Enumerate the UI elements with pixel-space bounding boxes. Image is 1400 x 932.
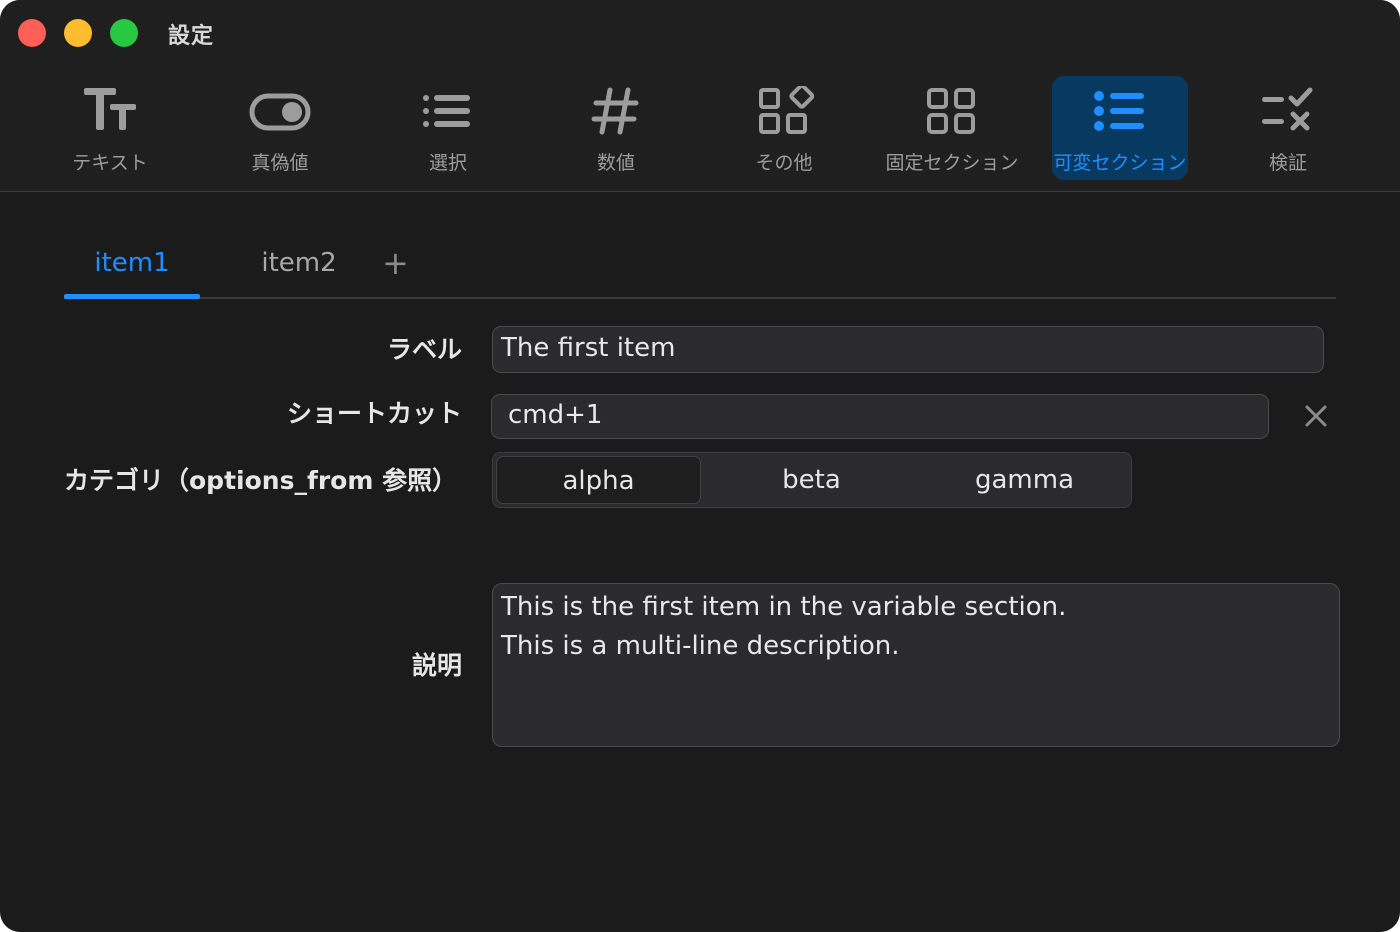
toolbar-item-variable-section[interactable]: 可変セクション — [1052, 76, 1188, 180]
label-field-label: ラベル — [386, 335, 462, 364]
number-sign-icon — [591, 87, 639, 135]
description-line: This is the first item in the variable s… — [501, 592, 1067, 622]
description-line: This is a multi-line description. — [501, 631, 900, 661]
toolbar-item-number[interactable]: 数値 — [548, 76, 684, 180]
segment-alpha[interactable]: alpha — [496, 456, 701, 504]
label-input[interactable]: The first item — [492, 326, 1324, 373]
toolbar-item-other[interactable]: その他 — [716, 76, 852, 180]
shortcut-input[interactable]: cmd+1 — [491, 394, 1269, 439]
toolbar-item-select[interactable]: 選択 — [380, 76, 516, 180]
zoom-window-button[interactable] — [110, 19, 138, 47]
category-field-label: カテゴリ（options_from 参照） — [64, 466, 458, 495]
text-size-icon — [84, 88, 136, 130]
segment-gamma[interactable]: gamma — [922, 456, 1127, 504]
toolbar-item-label: 選択 — [428, 152, 467, 174]
toolbar-item-text[interactable]: テキスト — [42, 76, 178, 180]
close-icon[interactable] — [1300, 400, 1332, 432]
category-segmented-control: alpha beta gamma — [492, 452, 1132, 508]
toolbar: テキスト 真偽値 選択 数値 その他 固定セクション 可変セクション 検証 — [0, 64, 1400, 192]
list-bullet-icon — [423, 95, 470, 127]
toolbar-item-label: 可変セクション — [1053, 152, 1187, 174]
tab-item1[interactable]: item1 — [64, 236, 200, 299]
tab-item2[interactable]: item2 — [234, 236, 364, 297]
minimize-window-button[interactable] — [64, 19, 92, 47]
apps-shapes-icon — [759, 86, 814, 134]
segment-beta[interactable]: beta — [709, 456, 914, 504]
window-title: 設定 — [168, 24, 215, 49]
toggle-icon — [249, 93, 311, 131]
item-tab-bar: item1 item2 + — [64, 236, 1336, 299]
toolbar-item-label: 数値 — [596, 152, 635, 174]
toolbar-item-label: その他 — [755, 152, 813, 174]
description-textarea[interactable]: This is the first item in the variable s… — [492, 583, 1340, 747]
toolbar-item-validation[interactable]: 検証 — [1220, 76, 1356, 180]
toolbar-item-fixed-section[interactable]: 固定セクション — [884, 76, 1020, 180]
toolbar-item-label: テキスト — [72, 152, 148, 174]
description-field-label: 説明 — [411, 651, 462, 680]
grid-icon — [927, 88, 975, 134]
toolbar-item-label: 真偽値 — [251, 152, 309, 174]
toolbar-item-boolean[interactable]: 真偽値 — [212, 76, 348, 180]
settings-window: 設定 テキスト 真偽値 選択 数値 その他 固定セクション 可変セクション 検証… — [0, 0, 1400, 932]
add-tab-button[interactable]: + — [382, 246, 409, 280]
toolbar-item-label: 固定セクション — [885, 152, 1019, 174]
checklist-icon — [1262, 87, 1313, 131]
list-icon — [1094, 91, 1144, 131]
close-window-button[interactable] — [18, 19, 46, 47]
title-bar: 設定 — [0, 0, 1400, 64]
shortcut-field-label: ショートカット — [286, 399, 462, 428]
toolbar-item-label: 検証 — [1268, 152, 1307, 174]
